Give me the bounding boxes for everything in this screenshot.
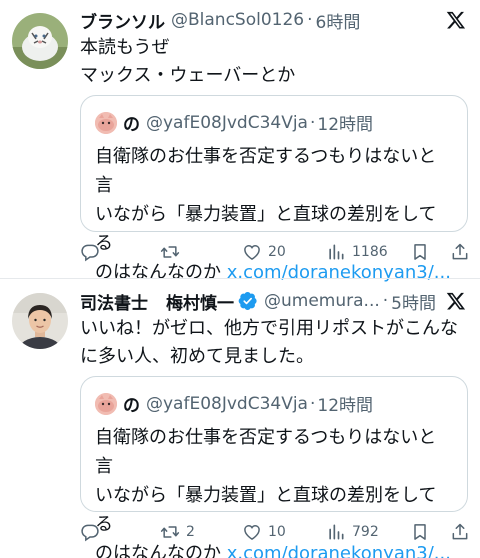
views-count: 792 xyxy=(352,524,379,540)
separator-dot: · xyxy=(307,10,313,30)
quote-timestamp[interactable]: 12時間 xyxy=(317,110,373,135)
quote-avatar xyxy=(95,392,117,415)
like-count: 20 xyxy=(268,244,286,260)
retweet-button[interactable]: 2 xyxy=(160,520,195,544)
quote-text-span: のはなんなのか xyxy=(95,543,227,558)
separator-dot: · xyxy=(309,393,316,414)
reply-button[interactable] xyxy=(80,520,106,544)
bookmark-icon xyxy=(414,524,426,540)
retweet-icon xyxy=(160,526,180,538)
bookmark-button[interactable] xyxy=(410,520,430,544)
share-button[interactable] xyxy=(450,240,470,264)
tweet-text-line: に多い人、初めて見ました。 xyxy=(80,346,314,367)
separator-dot: · xyxy=(382,291,389,311)
x-logo-icon[interactable] xyxy=(446,291,466,311)
retweet-icon xyxy=(160,246,180,258)
avatar[interactable] xyxy=(12,13,68,69)
quote-tweet[interactable]: の @yafE08JvdC34Vja · 12時間 自衛隊のお仕事を否定するつも… xyxy=(80,95,468,283)
views-icon xyxy=(329,244,344,260)
quote-tweet[interactable]: の @yafE08JvdC34Vja · 12時間 自衛隊のお仕事を否定するつも… xyxy=(80,376,468,558)
views-count: 1186 xyxy=(352,244,388,260)
author-handle[interactable]: @BlancSol0126 xyxy=(171,10,304,30)
tweet-text: 本読もうぜ マックス・ウェーバーとか xyxy=(80,34,464,90)
quote-text: 自衛隊のお仕事を否定するつもりはないと言 いながら「暴力装置」と直球の差別をして… xyxy=(95,142,453,287)
tweet-text-line: 本読もうぜ xyxy=(80,37,170,58)
separator-dot: · xyxy=(309,112,316,133)
views-button[interactable]: 792 xyxy=(326,520,379,544)
reply-button[interactable] xyxy=(80,240,106,264)
quote-author-name[interactable]: の xyxy=(123,391,140,416)
tweet-text-line: いいね！がゼロ、他方で引用リポストがこんな xyxy=(80,318,458,339)
views-icon xyxy=(329,524,344,540)
quote-author-handle[interactable]: @yafE08JvdC34Vja xyxy=(146,113,308,133)
like-count: 10 xyxy=(268,524,286,540)
quote-avatar xyxy=(95,111,117,134)
views-button[interactable]: 1186 xyxy=(326,240,388,264)
quote-author-handle[interactable]: @yafE08JvdC34Vja xyxy=(146,394,308,414)
tweet[interactable]: 司法書士 梅村慎一 @umemura... · 5時間 いいね！がゼロ、他方で引… xyxy=(0,279,480,558)
reply-icon xyxy=(81,244,99,262)
quote-text-line: 自衛隊のお仕事を否定するつもりはないと言 xyxy=(95,427,437,477)
tweet-header: 司法書士 梅村慎一 @umemura... · 5時間 xyxy=(80,289,440,313)
bookmark-button[interactable] xyxy=(410,240,430,264)
author-name-2[interactable]: 梅村慎一 xyxy=(166,289,234,314)
quote-header: の @yafE08JvdC34Vja · 12時間 xyxy=(95,110,373,135)
retweet-button[interactable] xyxy=(160,240,186,264)
x-logo-icon[interactable] xyxy=(446,10,466,30)
reply-icon xyxy=(81,524,99,542)
retweet-count: 2 xyxy=(186,524,195,540)
author-handle[interactable]: @umemura... xyxy=(264,291,380,311)
action-bar: 2 10 792 xyxy=(80,520,468,544)
timestamp[interactable]: 5時間 xyxy=(391,289,436,314)
author-name[interactable]: ブランソル xyxy=(80,8,165,33)
avatar[interactable] xyxy=(12,293,68,349)
action-bar: 20 1186 xyxy=(80,240,468,264)
verified-badge-icon xyxy=(238,291,258,311)
like-icon xyxy=(244,245,260,260)
tweet-header: ブランソル @BlancSol0126 · 6時間 xyxy=(80,8,440,32)
author-name[interactable]: 司法書士 xyxy=(80,289,148,314)
quote-text-line: 自衛隊のお仕事を否定するつもりはないと言 xyxy=(95,146,437,196)
like-icon xyxy=(244,525,260,540)
like-button[interactable]: 20 xyxy=(242,240,286,264)
share-button[interactable] xyxy=(450,520,470,544)
share-icon xyxy=(452,243,468,260)
tweet-text-line: マックス・ウェーバーとか xyxy=(80,65,296,86)
quote-timestamp[interactable]: 12時間 xyxy=(317,391,373,416)
tweet-text: いいね！がゼロ、他方で引用リポストがこんな に多い人、初めて見ました。 xyxy=(80,315,464,371)
like-button[interactable]: 10 xyxy=(242,520,286,544)
timestamp[interactable]: 6時間 xyxy=(316,8,361,33)
share-icon xyxy=(452,523,468,540)
quote-header: の @yafE08JvdC34Vja · 12時間 xyxy=(95,391,373,416)
quote-author-name[interactable]: の xyxy=(123,110,140,135)
quote-link[interactable]: x.com/doranekonyan3/... xyxy=(227,543,451,558)
bookmark-icon xyxy=(414,244,426,260)
tweet[interactable]: ブランソル @BlancSol0126 · 6時間 本読もうぜ マックス・ウェー… xyxy=(0,0,480,283)
